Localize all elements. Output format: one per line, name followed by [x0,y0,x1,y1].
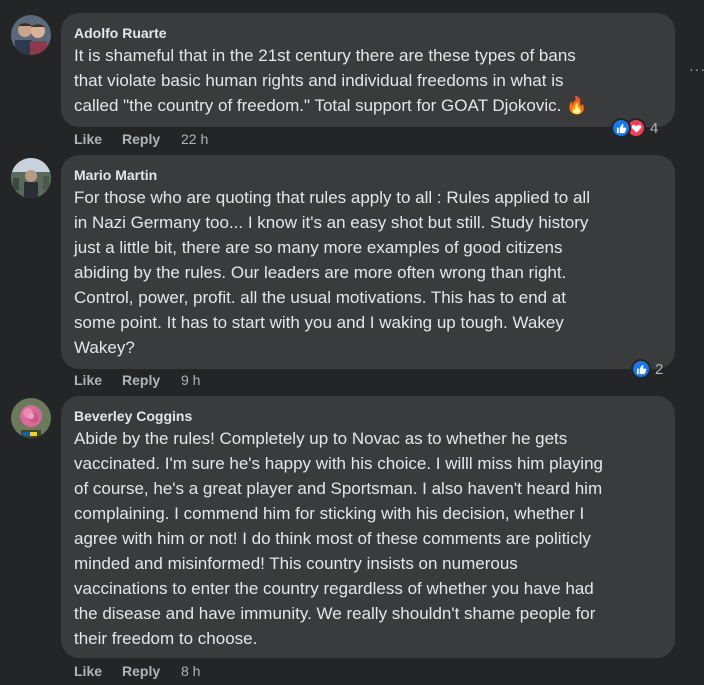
like-reaction-icon [631,359,651,379]
timestamp[interactable]: 9 h [181,372,200,388]
reply-button[interactable]: Reply [122,131,160,147]
like-reaction-icon [611,118,631,138]
like-button[interactable]: Like [74,663,102,679]
comment-text-body: It is shameful that in the 21st century … [74,46,576,115]
more-options-icon[interactable]: ··· [689,62,704,76]
comment-author[interactable]: Adolfo Ruarte [74,24,663,42]
timestamp[interactable]: 22 h [181,131,208,147]
reaction-count: 4 [650,119,659,137]
comment-bubble: Mario Martin For those who are quoting t… [61,155,675,369]
comment-author[interactable]: Beverley Coggins [74,407,663,425]
comment-text: Abide by the rules! Completely up to Nov… [74,429,603,648]
like-button[interactable]: Like [74,372,102,388]
reply-button[interactable]: Reply [122,663,160,679]
comment-author[interactable]: Mario Martin [74,166,663,184]
comment-text: For those who are quoting that rules app… [74,188,590,357]
avatar[interactable] [11,398,51,438]
timestamp[interactable]: 8 h [181,663,200,679]
reactions-summary[interactable]: 2 [631,358,663,380]
reaction-count: 2 [655,360,664,378]
comment-bubble: Adolfo Ruarte It is shameful that in the… [61,13,675,127]
avatar[interactable] [11,15,51,55]
reply-button[interactable]: Reply [122,372,160,388]
like-button[interactable]: Like [74,131,102,147]
comment-bubble: Beverley Coggins Abide by the rules! Com… [61,396,675,658]
fire-emoji-icon: 🔥 [566,96,588,115]
avatar[interactable] [11,158,51,198]
comment-text: It is shameful that in the 21st century … [74,43,663,118]
reactions-summary[interactable]: 4 [611,117,658,139]
